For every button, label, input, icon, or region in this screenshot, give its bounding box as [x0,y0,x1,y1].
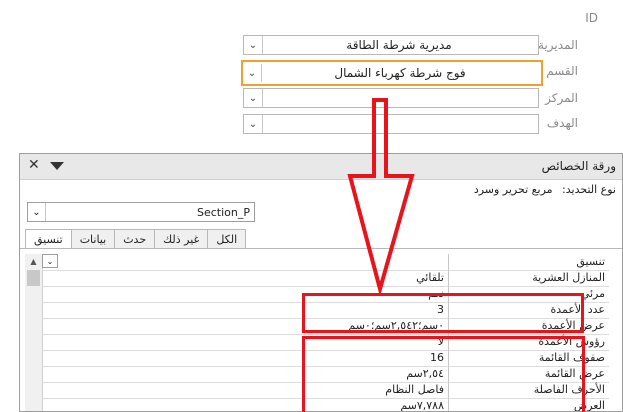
property-row[interactable]: ٧,٧٨٨سم العرض [42,398,609,412]
chevron-down-icon[interactable]: ⌄ [244,115,263,133]
property-value[interactable]: 16 [56,350,449,366]
vertical-scrollbar[interactable]: ▲ [25,254,43,411]
chevron-down-icon[interactable]: ⌄ [42,254,58,268]
property-row[interactable]: فاصل النظام الأحرف الفاصلة [42,382,609,399]
property-row[interactable]: 3 عدد الأعمدة [42,302,609,319]
property-name: مرئي [580,287,605,300]
property-value[interactable]: ٢,٥٤سم [56,366,449,382]
property-sheet: ✕ ورقة الخصائص نوع التحديد: مربع تحرير و… [19,153,623,412]
property-name: تنسيق [576,255,605,268]
property-name: العرض [573,399,605,412]
property-row[interactable]: 16 صفوف القائمة [42,350,609,367]
property-value[interactable]: فاصل النظام [56,382,449,398]
selection-type: نوع التحديد: مربع تحرير وسرد [474,183,616,196]
chevron-down-icon[interactable]: ⌄ [244,36,263,54]
property-value[interactable]: لا [56,334,449,350]
property-sheet-title: ورقة الخصائص [541,159,616,173]
property-value[interactable]: ٠سم؛٢,٥٤٢سم؛٠سم [56,318,449,334]
directorate-combo[interactable]: ⌄ مديرية شرطة الطاقة [243,35,539,55]
tab-divider [20,248,622,249]
selection-type-label: نوع التحديد: [562,183,616,196]
property-name: صفوف القائمة [538,351,605,364]
scroll-up-icon[interactable]: ▲ [25,254,42,268]
tab-all[interactable]: الكل [207,229,247,248]
property-value[interactable] [56,254,449,270]
tab-other[interactable]: غير ذلك [154,229,209,248]
property-value[interactable]: ٧,٧٨٨سم [56,398,449,411]
property-row[interactable]: لا رؤوس الأعمدة [42,334,609,351]
property-row[interactable]: نعم مرئي [42,286,609,303]
tab-data[interactable]: بيانات [70,229,116,248]
property-name: المنازل العشرية [532,271,605,284]
object-selector[interactable]: ⌄ Section_P [27,202,255,222]
property-name: رؤوس الأعمدة [538,335,605,348]
property-row[interactable]: ٢,٥٤سم عرض القائمة [42,366,609,383]
property-value[interactable]: تلقائي [56,270,449,286]
department-value: فوج شرطة كهرباء الشمال [334,66,466,80]
property-row[interactable]: تنسيق [42,254,609,271]
triangle-down-icon[interactable] [50,162,64,170]
property-name: عدد الأعمدة [550,303,605,316]
chevron-down-icon[interactable]: ⌄ [244,89,263,107]
property-tabs: تنسيق بيانات حدث غير ذلك الكل [25,229,247,249]
property-name: عرض القائمة [544,367,605,380]
property-value[interactable]: 3 [56,302,449,318]
center-combo[interactable]: ⌄ [243,88,539,108]
property-name: الأحرف الفاصلة [533,383,605,396]
target-combo[interactable]: ⌄ [243,114,539,134]
scroll-thumb[interactable] [27,270,40,286]
department-combo[interactable]: ⌄ فوج شرطة كهرباء الشمال [241,60,543,86]
field-label-id: ID [585,11,598,25]
property-row[interactable]: تلقائي المنازل العشرية [42,270,609,287]
property-value[interactable]: نعم [56,286,449,302]
property-sheet-titlebar: ✕ ورقة الخصائص [20,154,622,180]
chevron-down-icon[interactable]: ⌄ [28,203,46,221]
directorate-value: مديرية شرطة الطاقة [346,38,452,52]
property-name: عرض الأعمدة [541,319,605,332]
tab-format[interactable]: تنسيق [25,229,72,249]
selection-type-value: مربع تحرير وسرد [473,183,553,196]
close-icon[interactable]: ✕ [28,157,40,173]
tab-event[interactable]: حدث [114,229,156,248]
object-selector-value: Section_P [196,206,250,219]
chevron-down-icon[interactable]: ⌄ [243,64,262,82]
property-row[interactable]: ٠سم؛٢,٥٤٢سم؛٠سم عرض الأعمدة [42,318,609,335]
